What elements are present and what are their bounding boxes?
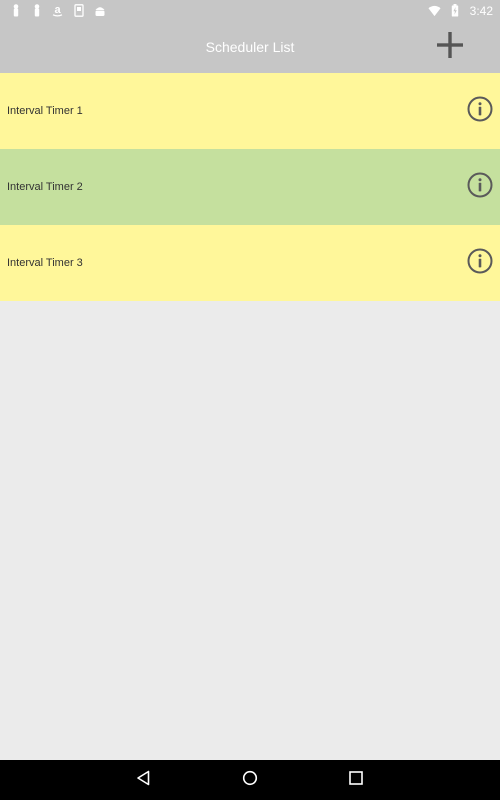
notification-icon [30,4,43,17]
info-icon [467,248,493,279]
android-icon [93,4,106,17]
list-item-label: Interval Timer 3 [7,257,83,269]
add-button[interactable] [430,27,470,67]
app-bar: Scheduler List [0,21,500,73]
list-item-label: Interval Timer 2 [7,181,83,193]
recents-button[interactable] [334,760,378,800]
list-item[interactable]: Interval Timer 3 [0,225,500,301]
page-title: Scheduler List [205,39,295,55]
list-item[interactable]: Interval Timer 1 [0,73,500,149]
info-button[interactable] [466,96,494,127]
scheduler-list: Interval Timer 1 Interval Timer 2 Interv… [0,73,500,301]
wifi-icon [428,4,441,17]
status-bar: a 3:42 [0,0,500,21]
svg-text:a: a [54,4,61,16]
home-button[interactable] [228,760,272,800]
info-icon [467,96,493,127]
amazon-icon: a [51,4,64,17]
back-button[interactable] [122,760,166,800]
add-icon [436,31,464,64]
info-button[interactable] [466,248,494,279]
home-icon [242,770,258,791]
info-button[interactable] [466,172,494,203]
back-icon [136,770,152,791]
sd-card-icon [72,4,85,17]
info-icon [467,172,493,203]
list-item-label: Interval Timer 1 [7,105,83,117]
status-bar-system: 3:42 [428,4,493,17]
status-bar-notifications: a [9,4,106,17]
battery-icon [449,4,462,17]
recents-icon [348,770,364,791]
navigation-bar [0,760,500,800]
list-item[interactable]: Interval Timer 2 [0,149,500,225]
notification-icon [9,4,22,17]
status-time: 3:42 [469,3,493,18]
